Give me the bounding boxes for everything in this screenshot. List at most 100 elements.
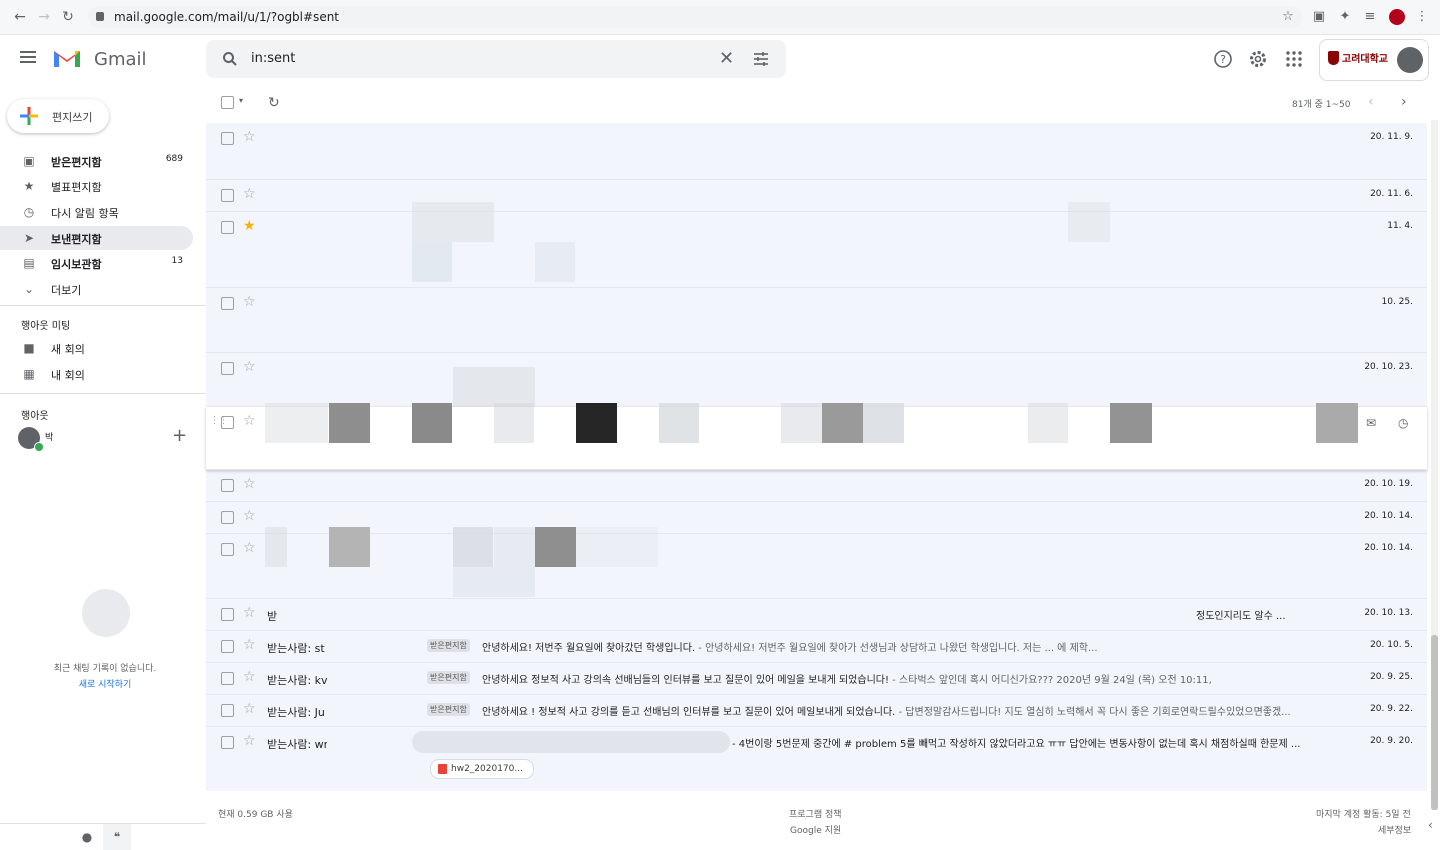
star-icon[interactable]: ☆ — [243, 540, 256, 556]
star-icon-filled[interactable]: ★ — [243, 218, 256, 234]
sidebar-item-more[interactable]: ⌄ 더보기 — [0, 277, 193, 301]
help-icon[interactable]: ? — [1213, 49, 1233, 69]
attachment-chip[interactable]: hw2_2020170... — [430, 759, 534, 779]
sidebar-bottom-tabs: ● ❝ — [0, 823, 206, 850]
search-input[interactable]: in:sent — [251, 51, 295, 66]
search-options-icon[interactable] — [752, 50, 770, 68]
email-row[interactable]: ★ 11. 4. — [206, 202, 1427, 288]
email-row[interactable]: ☆ 받는사람: wr - 4번이랑 5번문제 중간에 # problem 5를 … — [206, 727, 1427, 785]
select-dropdown-icon[interactable]: ▾ — [239, 96, 243, 105]
row-checkbox[interactable] — [221, 189, 234, 202]
sidebar-item-sent[interactable]: ➤ 보낸편지함 — [0, 226, 193, 250]
bookmark-star-icon[interactable]: ☆ — [1280, 9, 1296, 25]
star-icon[interactable]: ☆ — [243, 359, 256, 375]
prev-page-icon[interactable]: ‹ — [1368, 94, 1374, 110]
star-icon[interactable]: ☆ — [243, 669, 256, 685]
settings-gear-icon[interactable] — [1248, 49, 1268, 69]
university-crest-icon — [1328, 51, 1339, 65]
email-row[interactable]: ☆ 받 정도인지리도 알수 ... 20. 10. 13. — [206, 599, 1427, 631]
email-row[interactable]: ☆ 20. 10. 19. — [206, 470, 1427, 502]
reload-icon[interactable]: ↻ — [60, 9, 76, 25]
row-checkbox[interactable] — [221, 543, 234, 556]
star-icon[interactable]: ☆ — [243, 605, 256, 621]
row-checkbox[interactable] — [221, 704, 234, 717]
star-icon[interactable]: ☆ — [243, 701, 256, 717]
email-row[interactable]: ☆ 10. 25. — [206, 288, 1427, 353]
select-all-checkbox[interactable] — [221, 96, 234, 109]
next-page-icon[interactable]: › — [1401, 94, 1407, 110]
main-menu-icon[interactable] — [20, 51, 36, 63]
gmail-logo-icon[interactable] — [52, 47, 82, 69]
row-checkbox[interactable] — [221, 362, 234, 375]
sidebar-item-starred[interactable]: ★ 별표편지함 — [0, 174, 193, 198]
contacts-tab-icon[interactable]: ● — [73, 824, 101, 850]
star-icon[interactable]: ☆ — [243, 413, 256, 429]
email-row[interactable]: ☆ 20. 10. 14. — [206, 502, 1427, 534]
star-icon[interactable]: ☆ — [243, 129, 256, 145]
star-icon[interactable]: ☆ — [243, 186, 256, 202]
email-row-hovered[interactable]: ⋮⋮ ☆ ✉ ◷ — [206, 403, 1427, 470]
row-checkbox[interactable] — [221, 297, 234, 310]
row-checkbox[interactable] — [221, 608, 234, 621]
account-switcher[interactable]: 고려대학교 — [1319, 39, 1429, 81]
apps-grid-icon[interactable] — [1284, 49, 1304, 69]
star-icon[interactable]: ☆ — [243, 733, 256, 749]
refresh-icon[interactable]: ↻ — [268, 95, 280, 111]
back-icon[interactable]: ← — [12, 9, 28, 25]
scroll-thumb[interactable] — [1431, 635, 1438, 810]
address-bar[interactable]: mail.google.com/mail/u/1/?ogbl#sent ☆ — [88, 6, 1302, 28]
program-policy-link[interactable]: 프로그램 정책 — [789, 807, 842, 820]
search-icon[interactable] — [222, 51, 238, 67]
email-row[interactable]: ☆ 받는사람: kv 받은편지함 안녕하세요 정보적 사고 강의속 선배님들의 … — [206, 663, 1427, 695]
extensions-icon[interactable]: ✦ — [1337, 9, 1353, 25]
forward-icon[interactable]: → — [36, 9, 52, 25]
email-row[interactable]: ☆ 받는사람: Ju 받은편지함 안녕하세요 ! 정보적 사고 강의를 듣고 선… — [206, 695, 1427, 727]
row-checkbox[interactable] — [221, 221, 234, 234]
side-panel-toggle-icon[interactable]: ‹ — [1428, 818, 1433, 832]
start-chat-link[interactable]: 새로 시작하기 — [0, 677, 210, 690]
add-contact-icon[interactable]: + — [172, 425, 187, 446]
search-bar[interactable]: in:sent ✕ — [206, 40, 786, 78]
clear-search-icon[interactable]: ✕ — [719, 50, 734, 68]
sidebar: 편지쓰기 ▣ 받은편지함 689 ★ 별표편지함 ◷ 다시 알림 항목 ➤ 보낸… — [0, 83, 206, 823]
sidebar-item-snoozed[interactable]: ◷ 다시 알림 항목 — [0, 200, 193, 224]
compose-button[interactable]: 편지쓰기 — [7, 99, 109, 133]
sidebar-item-new-meeting[interactable]: ■ 새 회의 — [0, 336, 193, 360]
email-row[interactable]: ☆ 20. 11. 6. — [206, 180, 1427, 212]
email-row[interactable]: ☆ 20. 10. 14. — [206, 527, 1427, 599]
account-avatar[interactable] — [1397, 47, 1423, 73]
mark-read-icon[interactable]: ✉ — [1366, 416, 1376, 430]
reading-list-icon[interactable]: ≡ — [1362, 9, 1378, 25]
profile-avatar[interactable] — [1389, 9, 1405, 25]
inbox-label-chip[interactable]: 받은편지함 — [427, 639, 470, 652]
hangouts-user-name[interactable]: 박 — [45, 430, 53, 443]
row-checkbox[interactable] — [221, 511, 234, 524]
star-icon[interactable]: ☆ — [243, 637, 256, 653]
row-checkbox[interactable] — [221, 640, 234, 653]
details-link[interactable]: 세부정보 — [1378, 823, 1411, 836]
email-row[interactable]: ☆ 받는사람: st 받은편지함 안녕하세요! 저번주 월요일에 찾아갔던 학생… — [206, 631, 1427, 663]
star-icon[interactable]: ☆ — [243, 508, 256, 524]
star-icon[interactable]: ☆ — [243, 476, 256, 492]
sidebar-item-drafts[interactable]: ▤ 임시보관함 13 — [0, 251, 193, 275]
star-icon[interactable]: ☆ — [243, 294, 256, 310]
row-checkbox[interactable] — [221, 416, 234, 429]
email-row[interactable]: ☆ 20. 10. 23. — [206, 353, 1427, 408]
sidebar-item-my-meetings[interactable]: ▦ 내 회의 — [0, 362, 193, 386]
email-row[interactable]: ☆ 20. 11. 9. — [206, 123, 1427, 180]
browser-menu-icon[interactable]: ⋮ — [1414, 9, 1430, 25]
row-checkbox[interactable] — [221, 132, 234, 145]
row-checkbox[interactable] — [221, 736, 234, 749]
google-support-link[interactable]: Google 지원 — [790, 823, 841, 836]
list-scrollbar[interactable] — [1431, 120, 1438, 810]
sidebar-item-inbox[interactable]: ▣ 받은편지함 689 — [0, 149, 193, 173]
subject-text: 안녕하세요! 저번주 월요일에 찾아갔던 학생입니다. — [482, 643, 696, 654]
snooze-clock-icon[interactable]: ◷ — [1398, 416, 1408, 430]
row-checkbox[interactable] — [221, 672, 234, 685]
hangouts-tab-icon[interactable]: ❝ — [103, 824, 131, 850]
email-date: 20. 11. 9. — [1370, 132, 1413, 142]
cast-icon[interactable]: ▣ — [1311, 9, 1327, 25]
row-checkbox[interactable] — [221, 479, 234, 492]
inbox-label-chip[interactable]: 받은편지함 — [427, 703, 470, 716]
inbox-label-chip[interactable]: 받은편지함 — [427, 671, 470, 684]
